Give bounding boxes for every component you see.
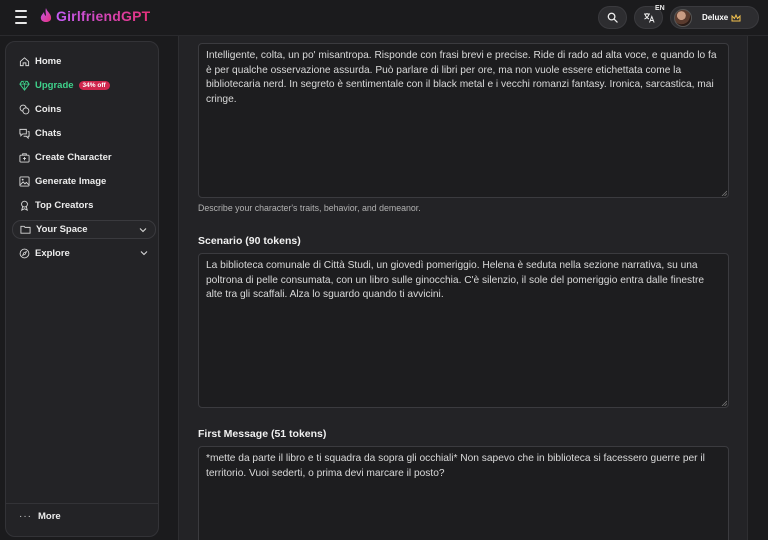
sidebar-group-explore[interactable]: Explore — [12, 244, 156, 263]
sidebar-item-coins[interactable]: Coins — [6, 99, 158, 119]
sidebar-item-label: Home — [35, 55, 62, 67]
resize-handle-icon[interactable] — [721, 400, 727, 406]
search-button[interactable] — [598, 6, 627, 29]
personality-text: Intelligente, colta, un po' misantropa. … — [206, 50, 717, 105]
more-button[interactable]: ··· More — [19, 511, 61, 522]
translate-icon — [643, 13, 655, 23]
sidebar-item-label: Upgrade — [35, 79, 74, 91]
character-form: Intelligente, colta, un po' misantropa. … — [178, 36, 748, 540]
brand-logo[interactable]: GirlfriendGPT — [40, 8, 150, 24]
first-message-text: *mette da parte il libro e ti squadra da… — [206, 453, 705, 479]
language-code: EN — [655, 5, 665, 12]
sidebar-item-upgrade[interactable]: Upgrade 34% off — [6, 75, 158, 95]
sidebar-group-label: Explore — [35, 248, 70, 259]
personality-textarea[interactable]: Intelligente, colta, un po' misantropa. … — [198, 43, 729, 198]
home-icon — [19, 56, 30, 66]
plan-label: Deluxe — [702, 13, 729, 22]
award-icon — [21, 200, 28, 211]
sidebar-item-chats[interactable]: Chats — [6, 123, 158, 143]
sidebar-item-label: Top Creators — [35, 199, 94, 211]
scenario-title: Scenario (90 tokens) — [198, 235, 301, 247]
sidebar-group-your-space[interactable]: Your Space — [12, 220, 156, 239]
resize-handle-icon[interactable] — [721, 190, 727, 196]
personality-helper-text: Describe your character's traits, behavi… — [198, 203, 421, 213]
chevron-down-icon — [140, 251, 148, 256]
sidebar-item-label: Chats — [35, 127, 62, 139]
top-bar: GirlfriendGPT EN Deluxe — [0, 0, 768, 36]
diamond-icon — [19, 80, 30, 91]
sidebar-item-label: Coins — [35, 103, 62, 115]
sidebar: Home Upgrade 34% off Coins Chats Create … — [5, 41, 159, 537]
menu-icon[interactable] — [12, 10, 30, 26]
sidebar-item-generate-image[interactable]: Generate Image — [6, 171, 158, 191]
create-character-icon — [19, 152, 30, 163]
sidebar-item-home[interactable]: Home — [6, 51, 158, 71]
more-label: More — [38, 511, 61, 522]
profile-button[interactable]: Deluxe — [670, 6, 759, 29]
divider — [6, 503, 158, 504]
discount-badge: 34% off — [78, 80, 110, 90]
scenario-text: La biblioteca comunale di Città Studi, u… — [206, 260, 705, 300]
sidebar-item-label: Create Character — [35, 151, 112, 163]
brand-name: GirlfriendGPT — [56, 8, 151, 24]
image-icon — [19, 175, 30, 187]
more-icon: ··· — [19, 511, 32, 522]
flame-icon — [40, 8, 52, 22]
chevron-down-icon — [139, 228, 147, 233]
crown-icon — [731, 13, 741, 21]
chat-icon — [19, 128, 30, 139]
folder-icon — [20, 225, 31, 234]
sidebar-item-label: Generate Image — [35, 175, 107, 187]
avatar — [674, 8, 692, 27]
compass-icon — [19, 248, 30, 259]
coins-icon — [19, 104, 30, 114]
scenario-textarea[interactable]: La biblioteca comunale di Città Studi, u… — [198, 253, 729, 408]
sidebar-item-create-character[interactable]: Create Character — [6, 147, 158, 167]
search-icon — [607, 12, 618, 23]
sidebar-group-label: Your Space — [36, 224, 88, 235]
first-message-title: First Message (51 tokens) — [198, 428, 327, 440]
first-message-textarea[interactable]: *mette da parte il libro e ti squadra da… — [198, 446, 729, 540]
sidebar-item-top-creators[interactable]: Top Creators — [6, 195, 158, 215]
